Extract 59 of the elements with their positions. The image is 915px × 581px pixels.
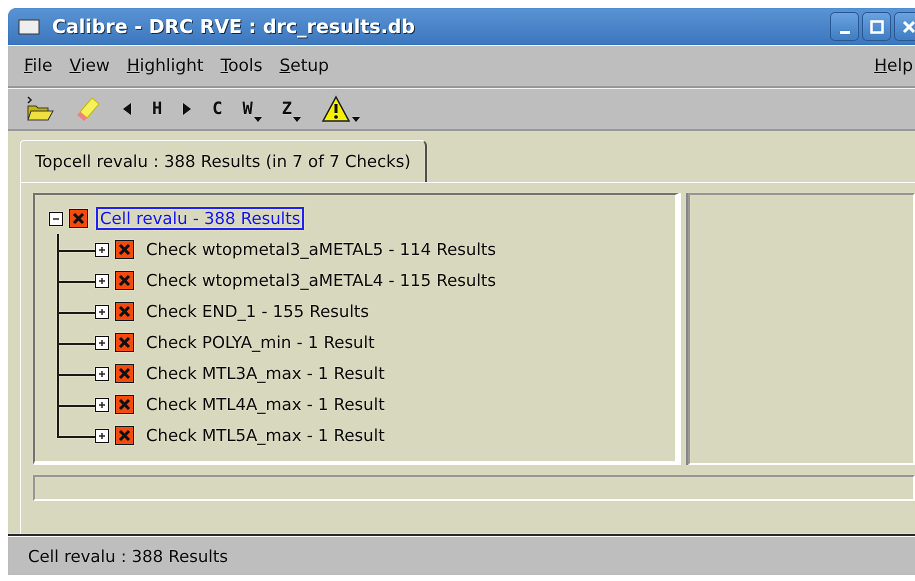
error-icon [115, 395, 134, 414]
error-icon [69, 209, 88, 228]
expand-toggle[interactable] [95, 336, 109, 350]
tree-item[interactable]: Check wtopmetal3_aMETAL5 - 114 Results [142, 238, 500, 261]
expand-toggle[interactable] [95, 428, 109, 442]
tab[interactable]: Topcell revalu : 388 Results (in 7 of 7 Checks) [20, 140, 427, 182]
maximize-icon [870, 20, 884, 34]
toolbar-button[interactable]: C [212, 92, 222, 124]
error-icon [115, 364, 134, 383]
tree-item[interactable]: Cell revalu - 388 Results [96, 207, 304, 230]
plus-icon [97, 338, 107, 348]
dropdown-caret-icon [293, 116, 301, 122]
expand-toggle[interactable] [95, 242, 109, 256]
dropdown-caret-icon [254, 116, 262, 122]
close-icon [902, 20, 915, 34]
tree-item[interactable]: Check MTL3A_max - 1 Result [142, 362, 389, 385]
right-triangle-icon [182, 102, 192, 116]
plus-icon [97, 430, 107, 440]
collapse-toggle[interactable] [49, 212, 63, 226]
minimize-button[interactable] [830, 12, 859, 41]
menu-item[interactable]: File [24, 56, 52, 76]
warning-icon [321, 94, 351, 122]
window-title: Calibre - DRC RVE : drc_results.db [52, 16, 416, 38]
plus-icon [97, 306, 107, 316]
expand-toggle[interactable] [95, 398, 109, 412]
menu-item[interactable]: Help [874, 56, 913, 76]
close-button[interactable] [894, 12, 915, 41]
minimize-icon [838, 31, 850, 34]
maximize-button[interactable] [862, 12, 891, 41]
plus-icon [97, 276, 107, 286]
tree-item[interactable]: Check wtopmetal3_aMETAL4 - 115 Results [142, 269, 500, 292]
menu-item[interactable]: Highlight [126, 56, 204, 76]
error-icon [115, 426, 134, 445]
folder-icon [26, 96, 54, 122]
splitter-handle[interactable] [679, 193, 688, 465]
expand-toggle[interactable] [95, 274, 109, 288]
plus-icon [97, 244, 107, 254]
toolbar-button[interactable]: H [152, 92, 162, 124]
menu-item[interactable]: Tools [220, 56, 262, 76]
status-text: Cell revalu : 388 Results [28, 546, 228, 566]
dropdown-caret-icon [352, 116, 360, 122]
error-icon [115, 333, 134, 352]
left-triangle-icon [122, 102, 132, 116]
tree-item[interactable]: Check MTL5A_max - 1 Result [142, 424, 389, 447]
plus-icon [97, 400, 107, 410]
tree-item[interactable]: Check POLYA_min - 1 Result [142, 331, 379, 354]
error-icon [115, 302, 134, 321]
expand-toggle[interactable] [95, 366, 109, 380]
window-icon [18, 18, 40, 34]
menu-item[interactable]: View [69, 56, 110, 76]
plus-icon [97, 368, 107, 378]
tree-item[interactable]: Check MTL4A_max - 1 Result [142, 393, 389, 416]
error-icon [115, 240, 134, 259]
tree-item[interactable]: Check END_1 - 155 Results [142, 300, 373, 323]
menu-item[interactable]: Setup [279, 56, 329, 76]
toolbar-button[interactable]: Z [282, 92, 301, 124]
error-icon [115, 271, 134, 290]
toolbar-button[interactable]: W [242, 92, 262, 124]
expand-toggle[interactable] [95, 304, 109, 318]
